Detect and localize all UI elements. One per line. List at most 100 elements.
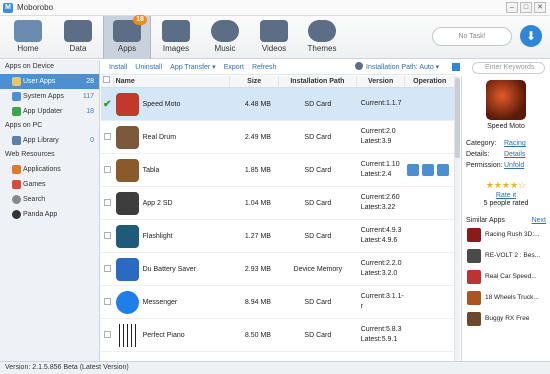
sidebar-item-user-apps[interactable]: User Apps 28 (0, 74, 99, 89)
table-header: Name Size Installation Path Version Oper… (101, 76, 454, 88)
details-link[interactable]: Details (504, 149, 525, 160)
app-name: Perfect Piano (142, 331, 185, 339)
nav-data[interactable]: Data (54, 16, 102, 59)
sidebar-item-app-library[interactable]: App Library 0 (0, 133, 99, 148)
apps-on-device-title: Apps on Device (5, 63, 55, 70)
installation-path-dropdown[interactable]: Installation Path: Auto ▾ (355, 60, 439, 75)
row-checkbox[interactable] (101, 330, 114, 340)
nav-themes[interactable]: Themes (298, 16, 346, 59)
scrollbar-thumb[interactable] (455, 78, 460, 158)
row-checkbox[interactable]: ✔ (101, 99, 114, 110)
table-scrollbar[interactable] (454, 76, 460, 361)
app-path: SD Card (304, 100, 332, 108)
app-name: App 2 SD (142, 199, 173, 207)
system-apps-label: System Apps (23, 93, 64, 100)
column-version[interactable]: Version (357, 76, 406, 87)
app-latest-version: Latest:3.2.0 (360, 270, 398, 277)
rate-it-link[interactable]: Rate it (462, 192, 550, 199)
nav-music-label: Music (214, 44, 236, 53)
panda-icon (12, 210, 21, 219)
similar-app-name: 18 Wheels Truck... (485, 294, 539, 301)
permission-link[interactable]: Unfold (504, 160, 524, 171)
minimize-button[interactable]: – (506, 2, 518, 13)
table-row[interactable]: Flashlight 1.27 MB SD Card Current:4.9.3… (101, 220, 454, 253)
sidebar-item-app-updater[interactable]: App Updater 18 (0, 104, 99, 119)
row-checkbox[interactable] (101, 264, 114, 274)
nav-images[interactable]: Images (152, 16, 200, 59)
app-current-version: Current:2.0 (360, 128, 396, 135)
nav-videos[interactable]: Videos (250, 16, 298, 59)
row-checkbox[interactable] (101, 297, 114, 307)
app-transfer-button[interactable]: App Transfer ▾ (170, 63, 216, 71)
app-path: SD Card (304, 331, 332, 339)
download-icon[interactable]: ⬇ (520, 25, 542, 47)
table-row[interactable]: ✔ Speed Moto 4.48 MB SD Card Current:1.1… (101, 88, 454, 121)
app-path: Device Memory (293, 265, 343, 273)
app-size: 1.85 MB (244, 166, 271, 174)
column-path[interactable]: Installation Path (279, 76, 357, 87)
sidebar-item-panda-app[interactable]: Panda App (0, 207, 99, 222)
app-updater-count: 18 (86, 108, 94, 115)
close-button[interactable]: ✕ (534, 2, 546, 13)
welcome-home-icon (14, 20, 42, 42)
racing-rush-icon (467, 227, 481, 242)
table-row[interactable]: Du Battery Saver 2.93 MB Device Memory C… (101, 253, 454, 286)
column-operation: Operation (413, 78, 447, 85)
row-checkbox[interactable] (101, 231, 114, 241)
flag-icon[interactable] (452, 63, 460, 71)
app-name: Du Battery Saver (142, 265, 196, 273)
data-icon (64, 20, 92, 42)
applications-label: Applications (23, 166, 61, 173)
app-name: Flashlight (142, 232, 173, 240)
sidebar-item-search[interactable]: Search (0, 192, 99, 207)
column-size[interactable]: Size (230, 76, 279, 87)
task-status[interactable]: No Task! (432, 27, 512, 46)
similar-app-item[interactable]: Racing Rush 3D:... (462, 224, 550, 245)
app-current-version: Current:5.8.3 (360, 326, 402, 333)
next-link[interactable]: Next (532, 217, 546, 224)
app-current-version: Current:2.2.0 (360, 260, 402, 267)
refresh-button[interactable]: Refresh (252, 64, 277, 71)
app-path: SD Card (304, 298, 332, 306)
nav-home[interactable]: Home (4, 16, 52, 59)
upgrade-icon[interactable] (437, 164, 450, 176)
export-button[interactable]: Export (224, 64, 244, 71)
table-row[interactable]: Real Drum 2.49 MB SD Card Current:2.0 Lat… (101, 121, 454, 154)
similar-app-item[interactable]: 18 Wheels Truck... (462, 287, 550, 308)
table-row[interactable]: Messenger 8.94 MB SD Card Current:3.1.1-… (101, 286, 454, 319)
flashlight-icon (115, 224, 139, 248)
nav-music[interactable]: Music (201, 16, 249, 59)
install-button[interactable]: Install (109, 64, 127, 71)
truck-icon (467, 290, 481, 305)
row-checkbox[interactable] (101, 132, 114, 142)
table-row[interactable]: Tabla 1.85 MB SD Card Current:1.10 Latest… (101, 154, 454, 187)
uninstall-button[interactable]: Uninstall (135, 64, 162, 71)
row-checkbox[interactable] (101, 198, 114, 208)
nav-apps[interactable]: 18 Apps (103, 15, 151, 59)
sidebar-item-system-apps[interactable]: System Apps 117 (0, 89, 99, 104)
apps-update-badge: 18 (133, 15, 147, 25)
similar-app-item[interactable]: Buggy RX Free (462, 308, 550, 329)
search-input[interactable]: Enter Keywords (472, 62, 545, 74)
table-row[interactable]: App 2 SD 1.04 MB SD Card Current:2.60 Lat… (101, 187, 454, 220)
move-icon[interactable] (422, 164, 435, 176)
category-link[interactable]: Racing (504, 138, 526, 149)
similar-app-name: Buggy RX Free (485, 315, 530, 322)
similar-app-item[interactable]: Real Car Speed... (462, 266, 550, 287)
app-size: 8.94 MB (244, 298, 271, 306)
real-car-icon (467, 269, 481, 284)
sidebar-item-applications[interactable]: Applications (0, 162, 99, 177)
app-size: 2.93 MB (244, 265, 271, 273)
maximize-button[interactable]: □ (520, 2, 532, 13)
select-all-checkbox[interactable] (101, 76, 114, 87)
applications-icon (12, 165, 21, 174)
similar-app-item[interactable]: RE-VOLT 2 : Bes... (462, 245, 550, 266)
row-checkbox[interactable] (101, 165, 114, 175)
backup-icon[interactable] (407, 164, 420, 176)
sidebar-item-games[interactable]: Games (0, 177, 99, 192)
app-size: 1.27 MB (244, 232, 271, 240)
column-name[interactable]: Name (114, 76, 231, 87)
speed-moto-large-icon (486, 80, 526, 120)
app-library-icon (12, 136, 21, 145)
table-row[interactable]: Perfect Piano 8.50 MB SD Card Current:5.… (101, 319, 454, 352)
